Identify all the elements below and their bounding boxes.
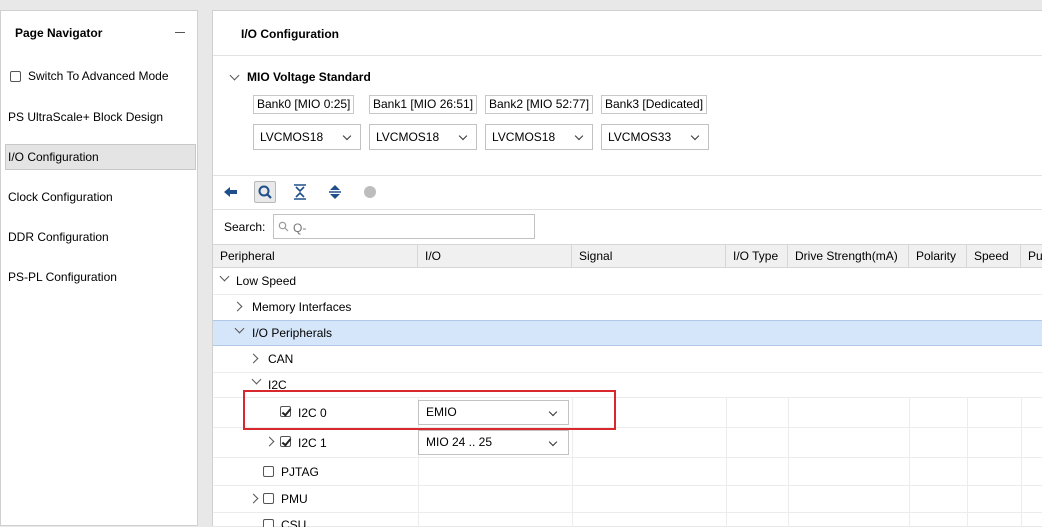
toolbar bbox=[213, 179, 1042, 207]
page-navigator-panel: Page Navigator Switch To Advanced Mode P… bbox=[0, 10, 198, 526]
tree-row-label: CAN bbox=[268, 352, 294, 366]
tree-row-memory-interfaces[interactable]: Memory Interfaces bbox=[213, 294, 1042, 320]
chevron-right-icon[interactable] bbox=[264, 436, 275, 447]
nav-item-io-configuration[interactable]: I/O Configuration bbox=[5, 144, 196, 170]
nav-item-ddr-configuration[interactable]: DDR Configuration bbox=[6, 224, 197, 250]
divider bbox=[213, 209, 1042, 210]
table-header: Peripheral I/O Signal I/O Type Drive Str… bbox=[213, 244, 1042, 268]
bank0-voltage-select[interactable]: LVCMOS18 bbox=[253, 124, 361, 150]
minimize-icon[interactable] bbox=[175, 32, 185, 33]
bank1-voltage-select[interactable]: LVCMOS18 bbox=[369, 124, 477, 150]
nav-item-ps-pl-configuration[interactable]: PS-PL Configuration bbox=[6, 264, 197, 290]
tree-row-can[interactable]: CAN bbox=[213, 346, 1042, 372]
tree-row-label: I2C 1 bbox=[298, 436, 327, 450]
mio-voltage-section-toggle[interactable]: MIO Voltage Standard bbox=[229, 70, 371, 84]
chevron-down-icon bbox=[548, 437, 558, 447]
tree-row-label: I2C bbox=[268, 378, 287, 392]
pmu-enable-checkbox[interactable] bbox=[263, 493, 274, 504]
io-select-value: MIO 24 .. 25 bbox=[426, 435, 493, 449]
column-header[interactable]: Peripheral bbox=[213, 245, 418, 267]
advanced-mode-checkbox[interactable] bbox=[10, 70, 21, 82]
chevron-down-icon[interactable] bbox=[219, 271, 230, 282]
tree-row-i2c-1[interactable]: I2C 1 MIO 24 .. 25 bbox=[213, 427, 1042, 457]
tree-row-low-speed[interactable]: Low Speed bbox=[213, 268, 1042, 294]
column-header[interactable]: I/O bbox=[418, 245, 572, 267]
chevron-down-icon[interactable] bbox=[251, 374, 262, 385]
search-label: Search: bbox=[224, 220, 266, 234]
io-configuration-panel: I/O Configuration MIO Voltage Standard B… bbox=[212, 10, 1042, 527]
status-dot-icon bbox=[359, 181, 381, 203]
chevron-down-icon bbox=[690, 131, 700, 141]
chevron-right-icon[interactable] bbox=[248, 353, 259, 364]
chevron-down-icon bbox=[548, 407, 558, 417]
io-select-value: EMIO bbox=[426, 405, 457, 419]
tree-row-csu[interactable]: CSU bbox=[213, 512, 1042, 527]
tree-row-label: I/O Peripherals bbox=[252, 326, 333, 340]
mio-voltage-title: MIO Voltage Standard bbox=[247, 70, 371, 84]
tree-row-label: PJTAG bbox=[281, 465, 319, 479]
search-icon[interactable] bbox=[254, 181, 276, 203]
bank0-voltage-value: LVCMOS18 bbox=[260, 130, 324, 144]
collapse-all-icon[interactable] bbox=[289, 181, 311, 203]
tree-row-i2c-0[interactable]: I2C 0 EMIO bbox=[213, 397, 1042, 427]
tree-row-pjtag[interactable]: PJTAG bbox=[213, 457, 1042, 485]
advanced-mode-label: Switch To Advanced Mode bbox=[28, 69, 169, 83]
search-input[interactable] bbox=[291, 218, 531, 237]
column-header[interactable]: Drive Strength(mA) bbox=[788, 245, 909, 267]
advanced-mode-toggle[interactable]: Switch To Advanced Mode bbox=[10, 69, 169, 83]
chevron-down-icon[interactable] bbox=[234, 323, 245, 334]
column-header[interactable]: Speed bbox=[967, 245, 1021, 267]
bank3-voltage-value: LVCMOS33 bbox=[608, 130, 672, 144]
chevron-right-icon[interactable] bbox=[232, 301, 243, 312]
divider bbox=[213, 175, 1042, 176]
bank3-label: Bank3 [Dedicated] bbox=[601, 95, 708, 114]
back-arrow-icon[interactable] bbox=[220, 181, 242, 203]
nav-item-ps-block-design[interactable]: PS UltraScale+ Block Design bbox=[6, 104, 197, 130]
bank2-voltage-select[interactable]: LVCMOS18 bbox=[485, 124, 593, 150]
chevron-down-icon bbox=[458, 131, 468, 141]
divider bbox=[213, 55, 1042, 56]
search-input-box[interactable] bbox=[273, 214, 535, 239]
chevron-down-icon bbox=[574, 131, 584, 141]
tree-row-pmu[interactable]: PMU bbox=[213, 485, 1042, 512]
bank1-voltage-value: LVCMOS18 bbox=[376, 130, 440, 144]
expand-all-icon[interactable] bbox=[324, 181, 346, 203]
i2c0-io-select[interactable]: EMIO bbox=[418, 400, 569, 425]
pjtag-enable-checkbox[interactable] bbox=[263, 466, 274, 477]
tree-row-label: PMU bbox=[281, 492, 308, 506]
chevron-down-icon bbox=[229, 70, 240, 81]
nav-item-clock-configuration[interactable]: Clock Configuration bbox=[6, 184, 197, 210]
chevron-down-icon bbox=[342, 131, 352, 141]
bank2-label: Bank2 [MIO 52:77] bbox=[485, 95, 594, 114]
tree-row-i2c[interactable]: I2C bbox=[213, 372, 1042, 397]
bank2-voltage-value: LVCMOS18 bbox=[492, 130, 556, 144]
bank0-label: Bank0 [MIO 0:25] bbox=[253, 95, 355, 114]
search-icon bbox=[278, 221, 289, 232]
bank1-label: Bank1 [MIO 26:51] bbox=[369, 95, 478, 114]
column-header[interactable]: Pu bbox=[1021, 245, 1042, 267]
i2c0-enable-checkbox[interactable] bbox=[280, 406, 291, 417]
tree-row-label: Memory Interfaces bbox=[252, 300, 352, 314]
page-title: I/O Configuration bbox=[241, 27, 339, 41]
i2c1-enable-checkbox[interactable] bbox=[280, 436, 291, 447]
i2c1-io-select[interactable]: MIO 24 .. 25 bbox=[418, 430, 569, 455]
tree-row-label: I2C 0 bbox=[298, 406, 327, 420]
column-header[interactable]: I/O Type bbox=[726, 245, 788, 267]
column-header[interactable]: Polarity bbox=[909, 245, 967, 267]
chevron-right-icon[interactable] bbox=[248, 493, 259, 504]
column-header[interactable]: Signal bbox=[572, 245, 726, 267]
navigator-title: Page Navigator bbox=[15, 26, 103, 40]
tree-row-label: Low Speed bbox=[236, 274, 297, 288]
tree-row-io-peripherals[interactable]: I/O Peripherals bbox=[213, 320, 1042, 346]
bank3-voltage-select[interactable]: LVCMOS33 bbox=[601, 124, 709, 150]
